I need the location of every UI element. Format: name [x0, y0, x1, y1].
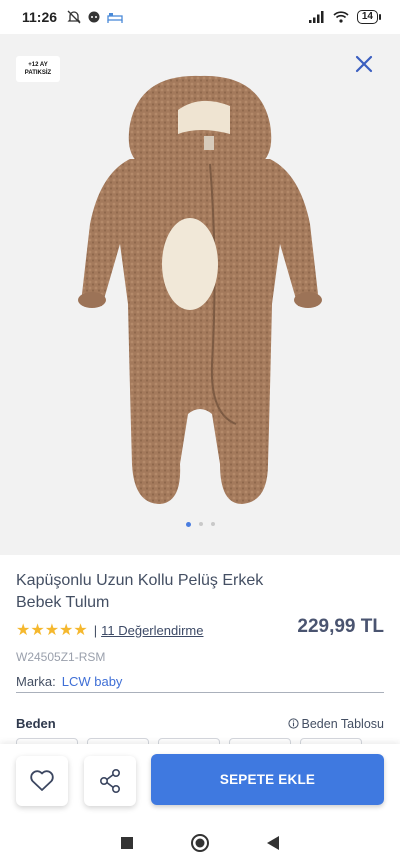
rating-separator: |	[93, 622, 98, 638]
chat-icon	[88, 11, 100, 23]
size-header: Beden Beden Tablosu	[16, 716, 384, 731]
divider	[16, 692, 384, 693]
size-label: Beden	[16, 716, 56, 731]
recent-apps-button[interactable]	[117, 833, 137, 853]
brand-label: Marka:	[16, 674, 56, 689]
size-table-label: Beden Tablosu	[301, 716, 384, 731]
circle-icon	[190, 834, 209, 852]
product-sku: W24505Z1-RSM	[16, 650, 106, 664]
product-info: Kapüşonlu Uzun Kollu Pelüş Erkek Bebek T…	[16, 570, 384, 689]
gallery-dot[interactable]	[198, 522, 203, 526]
heart-icon	[30, 770, 54, 791]
add-to-cart-button[interactable]: SEPETE EKLE	[151, 754, 384, 805]
mute-notification-icon	[67, 10, 81, 24]
close-icon[interactable]	[352, 52, 376, 76]
product-price: 229,99 TL	[297, 616, 384, 637]
back-button[interactable]	[263, 833, 283, 853]
product-image	[78, 75, 322, 504]
gallery-dot[interactable]	[185, 522, 191, 527]
size-table-link[interactable]: Beden Tablosu	[287, 716, 384, 731]
signal-icon	[308, 11, 324, 23]
system-nav-bar	[0, 820, 400, 866]
status-bar: 11:26 14	[0, 0, 400, 34]
info-icon	[287, 718, 299, 729]
gallery-pagination	[0, 522, 400, 527]
triangle-back-icon	[267, 836, 280, 850]
rating-stars: ★★★★★	[16, 622, 88, 639]
battery-indicator: 14	[356, 10, 382, 24]
share-icon	[99, 768, 121, 793]
brand-link[interactable]: LCW baby	[62, 674, 123, 689]
bed-icon	[107, 13, 123, 23]
action-bar: SEPETE EKLE	[0, 744, 400, 820]
reviews-link[interactable]: 11 Değerlendirme	[101, 623, 203, 638]
wifi-icon	[333, 11, 349, 23]
share-button[interactable]	[84, 756, 136, 806]
product-title: Kapüşonlu Uzun Kollu Pelüş Erkek Bebek T…	[16, 572, 264, 611]
home-button[interactable]	[190, 833, 210, 853]
brand-row: Marka: LCW baby	[16, 674, 384, 689]
product-image-gallery[interactable]: +12 AY PATIKSİZ	[0, 34, 400, 555]
product-badge: +12 AY PATIKSİZ	[16, 56, 60, 82]
square-icon	[120, 837, 133, 849]
gallery-dot[interactable]	[210, 522, 215, 526]
favorite-button[interactable]	[16, 756, 68, 806]
status-time: 11:26	[22, 9, 58, 25]
